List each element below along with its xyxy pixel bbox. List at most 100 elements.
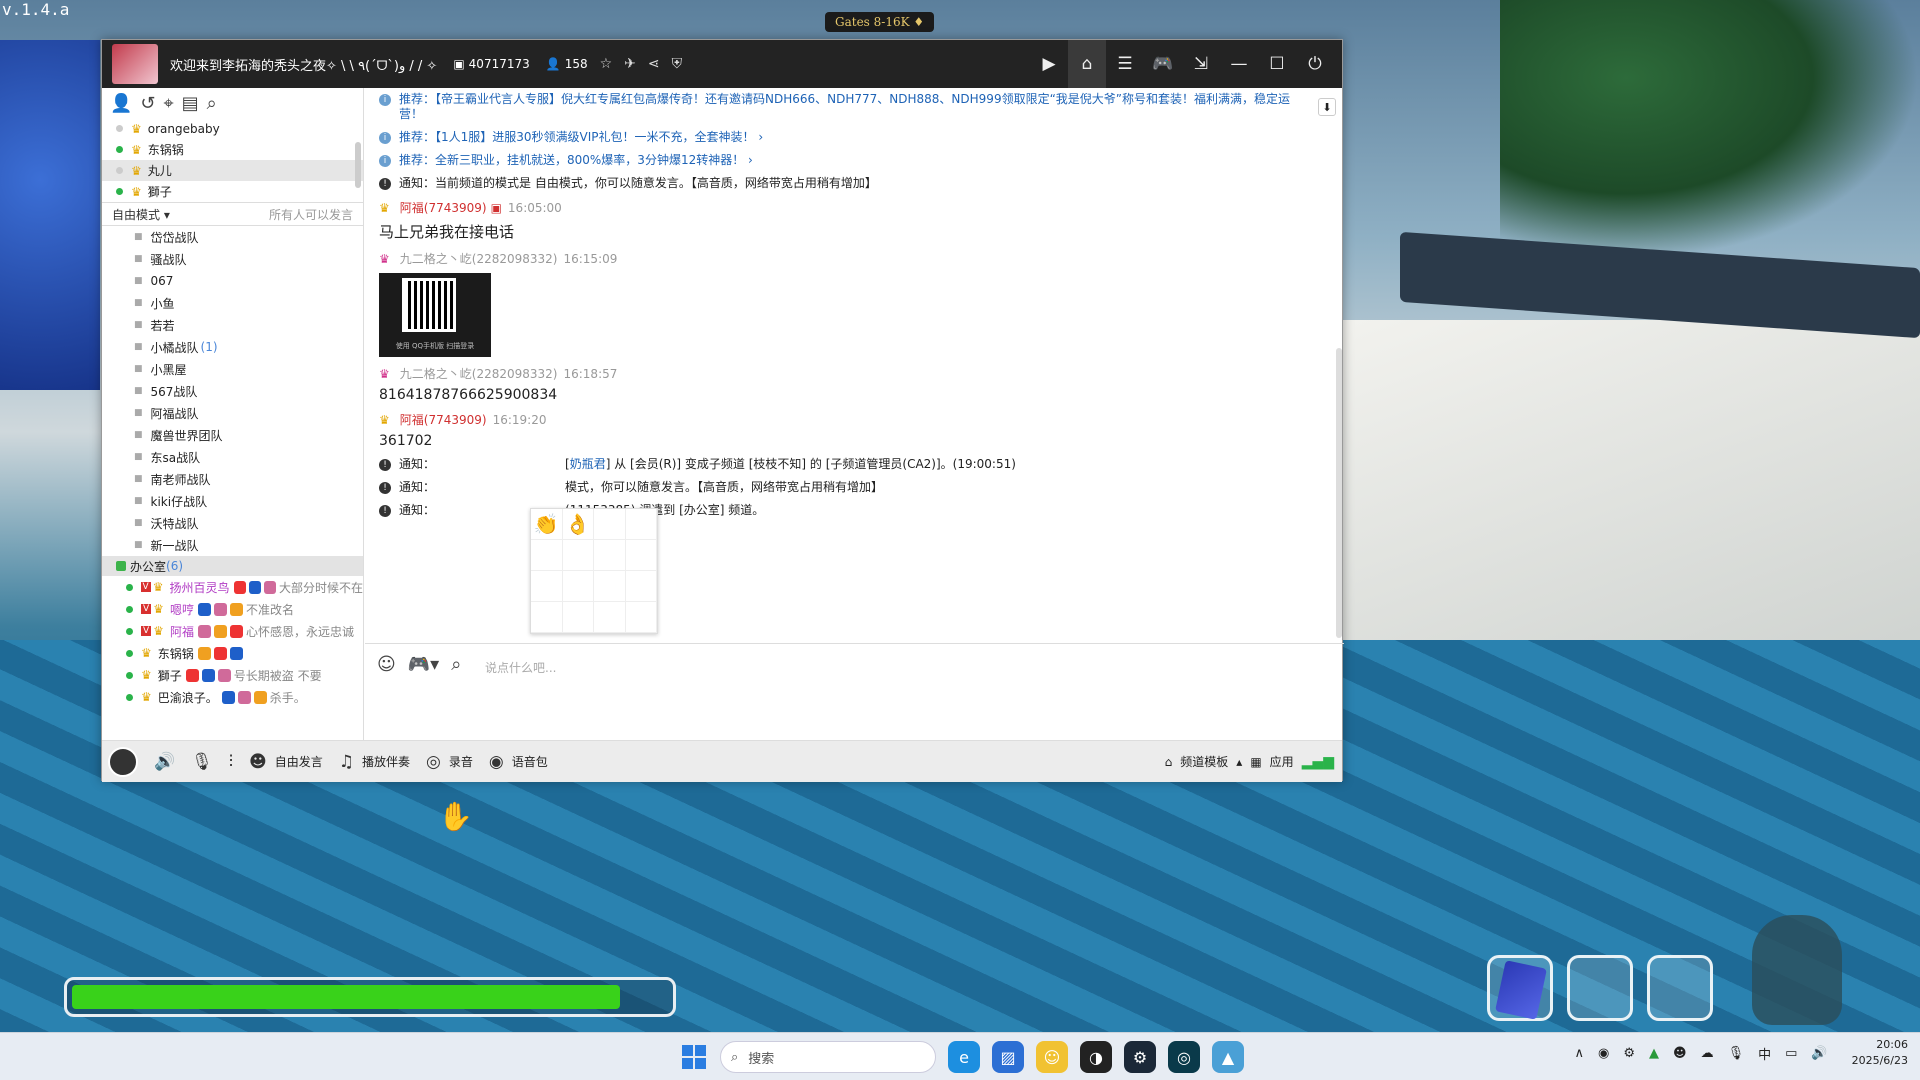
emoji-cell[interactable] — [625, 509, 657, 540]
channel-item[interactable]: ■ 阿福战队 — [102, 402, 363, 424]
tray-app-icon[interactable]: ◉ — [1598, 1046, 1609, 1061]
chat-search-icon[interactable]: ⌕ — [451, 654, 461, 675]
channel-item[interactable]: ■ 小鱼 — [102, 292, 363, 314]
speaker-icon[interactable]: 🔊 — [154, 752, 175, 772]
emoji-tool-icon[interactable]: ☺ — [377, 654, 396, 675]
tray-mic-icon[interactable]: 🎙 — [1728, 1046, 1745, 1061]
qr-code-image[interactable]: 使用 QQ手机版 扫描登录 — [379, 273, 491, 357]
channel-item[interactable]: ■ 067 — [102, 270, 363, 292]
grid-icon[interactable]: ▦ — [1250, 755, 1261, 769]
mode-select[interactable]: 自由模式 ▾ — [112, 206, 170, 223]
clock[interactable]: 20:06 2025/6/23 — [1852, 1037, 1908, 1069]
notes-tab-icon[interactable]: ▤ — [182, 93, 199, 114]
record-icon[interactable]: ◎ — [426, 752, 441, 772]
member-item[interactable]: ♛ 獅子 号长期被盗 不要 — [102, 664, 363, 686]
current-channel[interactable]: 办公室 (6) — [102, 556, 363, 576]
game-app-icon[interactable]: ▲ — [1212, 1041, 1244, 1073]
search-icon[interactable]: ⌕ — [207, 93, 217, 114]
member-name[interactable]: 獅子 — [158, 667, 182, 684]
sender-name[interactable]: 九二格之丶屹(2282098332) — [400, 365, 558, 382]
user-list-item[interactable]: ♛ 东锅锅 — [102, 139, 363, 160]
music-icon[interactable]: ♫ — [339, 752, 354, 772]
tray-expand-icon[interactable]: ∧ — [1575, 1046, 1585, 1061]
taskbar-search[interactable]: ⌕ 搜索 — [720, 1041, 936, 1073]
emoji-cell[interactable] — [625, 602, 657, 633]
channel-item[interactable]: ■ 567战队 — [102, 380, 363, 402]
game-launcher-icon[interactable]: ◎ — [1168, 1041, 1200, 1073]
emoji-cell[interactable] — [562, 571, 594, 602]
shrink-icon[interactable]: ⇲ — [1182, 40, 1220, 88]
emoji-cell[interactable] — [531, 571, 563, 602]
notice-text[interactable]: 推荐：【帝王霸业代言人专服】倪大红专属红包高爆传奇！还有邀请码NDH666、ND… — [399, 92, 1304, 122]
emoji-cell[interactable] — [531, 602, 563, 633]
sender-name[interactable]: 阿福(7743909) — [400, 411, 487, 428]
plane-icon[interactable]: ✈ — [624, 56, 636, 72]
notice-user-link[interactable]: 奶瓶君 — [570, 457, 606, 472]
channel-template-button[interactable]: 频道模板 — [1180, 753, 1228, 770]
start-button[interactable] — [682, 1045, 706, 1069]
user-list-item[interactable]: ♛ 獅子 — [102, 181, 363, 202]
emoji-cell[interactable] — [625, 571, 657, 602]
steam-icon[interactable]: ⚙ — [1124, 1041, 1156, 1073]
network-off-icon[interactable]: ☁ — [1701, 1046, 1714, 1061]
free-talk-icon[interactable]: ☻ — [249, 752, 267, 772]
emoji-clap-icon[interactable]: 👏 — [531, 509, 563, 540]
video-icon[interactable]: ▶ — [1030, 40, 1068, 88]
inventory-slot-3[interactable] — [1647, 955, 1713, 1021]
home-icon[interactable]: ⌂ — [1068, 40, 1106, 88]
emoji-cell[interactable] — [594, 602, 626, 633]
sender-name[interactable]: 阿福(7743909) — [400, 199, 487, 216]
free-talk-button[interactable]: 自由发言 — [275, 753, 323, 770]
channel-item[interactable]: ■ 岱岱战队 — [102, 226, 363, 248]
obs-icon[interactable]: ◑ — [1080, 1041, 1112, 1073]
user-tab-icon[interactable]: 👤 — [110, 93, 132, 114]
member-name[interactable]: 巴渝浪子。 — [158, 689, 218, 706]
emoji-cell[interactable] — [531, 540, 563, 571]
emoji-cell[interactable] — [625, 540, 657, 571]
history-tab-icon[interactable]: ↺ — [140, 93, 155, 114]
record-button[interactable]: 录音 — [449, 753, 473, 770]
display-icon[interactable]: ▭ — [1785, 1046, 1797, 1061]
channel-item[interactable]: ■ 沃特战队 — [102, 512, 363, 534]
member-name[interactable]: 扬州百灵鸟 — [169, 579, 229, 596]
sender-name[interactable]: 九二格之丶屹(2282098332) — [400, 250, 558, 267]
member-name[interactable]: 嗯哼 — [170, 601, 194, 618]
notice-text[interactable]: 推荐：全新三职业，挂机就送，800%爆率，3分钟爆12转神器！ › — [399, 153, 753, 168]
channel-item[interactable]: ■ 骚战队 — [102, 248, 363, 270]
member-item[interactable]: V ♛ 阿福 心怀感恩，永远忠诚 — [102, 620, 363, 642]
yy-app-icon[interactable]: ☺ — [1036, 1041, 1068, 1073]
channel-item[interactable]: ■ 小橘战队 (1) — [102, 336, 363, 358]
title-bar[interactable]: 欢迎来到李拓海的秃头之夜✧ \ \ ٩(ˊᗜˋ)و / / ✧ ▣ 4071717… — [102, 40, 1342, 88]
star-icon[interactable]: ☆ — [600, 56, 613, 72]
my-avatar[interactable] — [108, 746, 138, 777]
volume-icon[interactable]: 🔊 — [1811, 1046, 1827, 1061]
message-input[interactable]: 说点什么吧... — [485, 659, 556, 676]
microphone-icon[interactable]: 🎙 — [191, 752, 213, 772]
notice-text[interactable]: 推荐：【1人1服】进服30秒领满级VIP礼包！一米不充，全套神装！ › — [399, 130, 763, 145]
equalizer-icon[interactable]: ⫶ — [229, 752, 233, 772]
member-item[interactable]: ♛ 巴渝浪子。 杀手。 — [102, 686, 363, 708]
member-name[interactable]: 东锅锅 — [158, 645, 194, 662]
inventory-slot-2[interactable] — [1567, 955, 1633, 1021]
member-item[interactable]: V ♛ 嗯哼 不准改名 — [102, 598, 363, 620]
channel-item[interactable]: ■ 小黑屋 — [102, 358, 363, 380]
channel-item[interactable]: ■ 若若 — [102, 314, 363, 336]
share-icon[interactable]: ⋖ — [648, 56, 660, 72]
channel-item[interactable]: ■ 魔兽世界团队 — [102, 424, 363, 446]
member-item[interactable]: ♛ 东锅锅 — [102, 642, 363, 664]
voice-pack-button[interactable]: 语音包 — [512, 753, 548, 770]
tray-cat-icon[interactable]: ☻ — [1673, 1046, 1687, 1061]
chat-scrollbar[interactable] — [1336, 348, 1342, 638]
member-name[interactable]: 阿福 — [170, 623, 194, 640]
emoji-cell[interactable] — [594, 571, 626, 602]
emoji-cell[interactable] — [594, 540, 626, 571]
edge-icon[interactable]: e — [948, 1041, 980, 1073]
mode-bar[interactable]: 自由模式 ▾ 所有人可以发言 — [102, 202, 363, 226]
game-tool-icon[interactable]: 🎮▾ — [408, 654, 439, 675]
user-list-item[interactable]: ♛ 丸儿 — [102, 160, 363, 181]
scroll-down-button[interactable]: ⬇ — [1318, 98, 1336, 116]
emoji-cell[interactable] — [562, 602, 594, 633]
user-list-item[interactable]: ♛ orangebaby — [102, 118, 363, 139]
channel-item[interactable]: ■ 南老师战队 — [102, 468, 363, 490]
ime-indicator[interactable]: 中 — [1758, 1044, 1771, 1063]
